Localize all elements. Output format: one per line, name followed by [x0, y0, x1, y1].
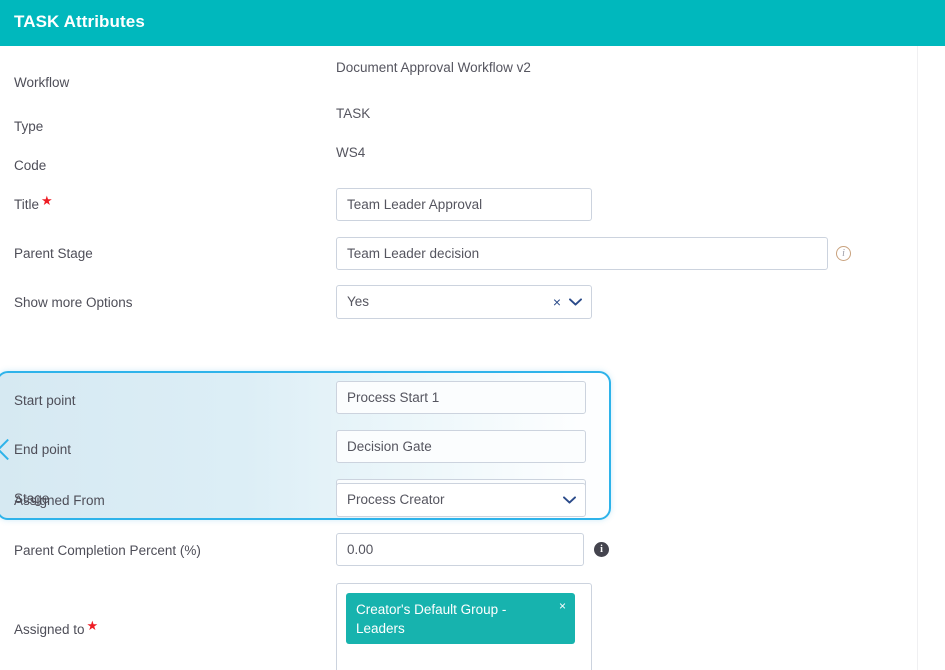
title-input[interactable]: Team Leader Approval	[336, 188, 592, 221]
assigned-from-value: Process Creator	[347, 492, 445, 507]
form-row-workflow: Workflow Document Approval Workflow v2	[0, 60, 917, 104]
show-more-options-value: Yes	[347, 294, 370, 309]
form-row-end-point: End point Decision Gate	[0, 430, 917, 478]
label-assigned-to: Assigned to ★	[14, 618, 98, 638]
parent-stage-info-icon[interactable]: i	[836, 246, 851, 261]
form-row-type: Type TASK	[0, 106, 917, 149]
window-title-bar: TASK Attributes	[0, 0, 945, 46]
form-row-show-more-options: Show more Options Yes ×	[0, 284, 917, 334]
remove-chip-icon[interactable]: ×	[559, 599, 566, 613]
required-star-icon: ★	[41, 193, 53, 208]
panel-right-gutter	[918, 46, 945, 670]
chevron-down-icon[interactable]	[563, 484, 576, 516]
form-row-assigned-from: Assigned From Process Creator	[0, 482, 917, 532]
parent-stage-input[interactable]: Team Leader decision	[336, 237, 828, 270]
label-end-point: End point	[14, 442, 72, 457]
assigned-to-chip-label: Creator's Default Group - Leaders	[356, 602, 507, 636]
parent-completion-percent-info-icon[interactable]: i	[594, 542, 609, 557]
value-code: WS4	[336, 145, 366, 160]
form-row-start-point: Start point Process Start 1	[0, 381, 917, 429]
label-show-more-options: Show more Options	[14, 295, 133, 310]
form-row-parent-completion-percent: Parent Completion Percent (%) 0.00 i	[0, 532, 917, 582]
assigned-to-chip[interactable]: Creator's Default Group - Leaders ×	[346, 593, 575, 644]
form-row-assigned-to: Assigned to ★ Creator's Default Group - L…	[0, 582, 917, 670]
required-star-icon: ★	[86, 618, 99, 633]
label-assigned-from: Assigned From	[14, 493, 105, 508]
form-row-parent-stage: Parent Stage Team Leader decision i	[0, 235, 917, 285]
label-assigned-to-text: Assigned to	[14, 622, 85, 637]
assigned-from-select[interactable]: Process Creator	[336, 483, 586, 517]
end-point-input[interactable]: Decision Gate	[336, 430, 586, 463]
parent-completion-percent-input[interactable]: 0.00	[336, 533, 584, 566]
label-type: Type	[14, 119, 44, 134]
clear-selection-icon[interactable]: ×	[553, 286, 561, 318]
label-parent-completion-percent: Parent Completion Percent (%)	[14, 543, 201, 558]
start-point-input[interactable]: Process Start 1	[336, 381, 586, 414]
task-attributes-form-panel: Workflow Document Approval Workflow v2 T…	[0, 46, 918, 670]
value-workflow: Document Approval Workflow v2	[336, 60, 531, 75]
form-row-title: Title ★ Team Leader Approval	[0, 186, 917, 236]
label-parent-stage: Parent Stage	[14, 246, 93, 261]
form-row-code: Code WS4	[0, 145, 917, 188]
value-type: TASK	[336, 106, 371, 121]
show-more-options-select[interactable]: Yes ×	[336, 285, 592, 319]
page-title: TASK Attributes	[14, 12, 145, 31]
chevron-down-icon[interactable]	[569, 286, 582, 318]
label-start-point: Start point	[14, 393, 76, 408]
label-code: Code	[14, 158, 47, 173]
label-title-text: Title	[14, 197, 40, 212]
label-workflow: Workflow	[14, 75, 70, 90]
label-title: Title ★	[14, 193, 53, 213]
assigned-to-multiselect[interactable]: Creator's Default Group - Leaders ×	[336, 583, 592, 670]
